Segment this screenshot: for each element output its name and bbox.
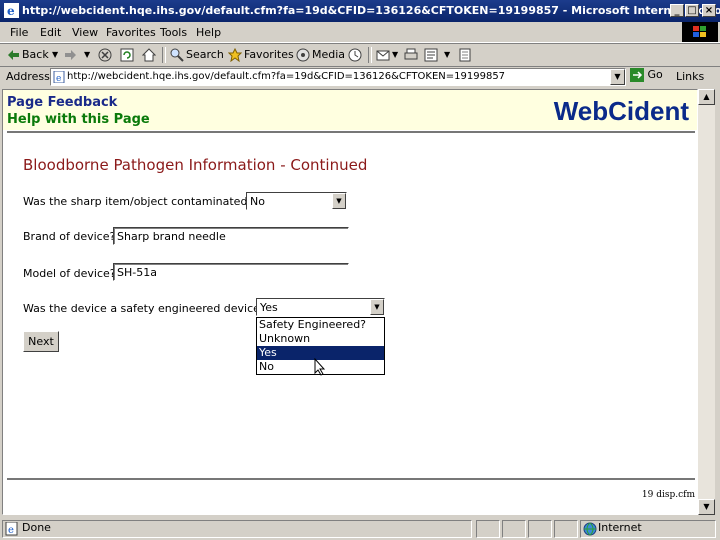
scroll-down-icon[interactable]: ▼: [698, 499, 715, 515]
print-icon[interactable]: [404, 48, 418, 62]
history-icon[interactable]: [348, 48, 362, 62]
menu-tools[interactable]: Tools: [160, 26, 187, 39]
links-button[interactable]: Links: [676, 70, 704, 83]
mail-dropdown-icon[interactable]: ▼: [392, 50, 398, 59]
address-bar: Address e http://webcident.hqe.ihs.gov/d…: [0, 66, 720, 88]
windows-logo-icon: [682, 22, 718, 42]
menu-favorites[interactable]: Favorites: [106, 26, 156, 39]
back-arrow-icon: [8, 50, 19, 60]
go-arrow-icon: [630, 68, 644, 82]
mail-icon[interactable]: [376, 48, 390, 62]
footer-divider: [7, 478, 695, 480]
forward-dropdown-icon[interactable]: ▼: [84, 50, 90, 59]
menu-edit[interactable]: Edit: [40, 26, 61, 39]
go-label: Go: [647, 68, 663, 81]
next-button[interactable]: Next: [23, 331, 59, 352]
webcident-logo: WebCident: [553, 96, 689, 126]
menu-file[interactable]: File: [10, 26, 28, 39]
brand-field[interactable]: Sharp brand needle: [113, 227, 349, 245]
status-pane: [476, 520, 500, 538]
chevron-down-icon[interactable]: ▼: [332, 193, 346, 209]
favorites-icon: [228, 48, 242, 62]
contaminated-label: Was the sharp item/object contaminated?: [23, 195, 254, 208]
page-viewport: Page Feedback Help with this Page WebCid…: [2, 89, 698, 515]
option-safety-engineered[interactable]: Safety Engineered?: [257, 318, 384, 332]
toolbar-separator: [368, 47, 372, 63]
ie-logo-icon: e: [4, 3, 19, 18]
search-icon: [170, 48, 184, 62]
status-text: Done: [22, 521, 51, 534]
edit-icon[interactable]: [424, 48, 438, 62]
header-divider: [7, 131, 695, 133]
refresh-icon[interactable]: [120, 48, 134, 62]
go-button[interactable]: Go: [630, 68, 663, 82]
status-pane: [2, 520, 472, 538]
address-input[interactable]: e http://webcident.hqe.ihs.gov/default.c…: [50, 68, 626, 86]
mouse-cursor-icon: [314, 358, 326, 376]
option-unknown[interactable]: Unknown: [257, 332, 384, 346]
page-heading: Bloodborne Pathogen Information - Contin…: [23, 156, 368, 174]
vertical-scrollbar[interactable]: ▲ ▼: [698, 89, 715, 515]
globe-icon: [583, 522, 597, 536]
media-icon: [296, 48, 310, 62]
media-button[interactable]: Media: [312, 48, 345, 61]
title-bar: e http://webcident.hqe.ihs.gov/default.c…: [0, 0, 720, 22]
minimize-button[interactable]: _: [670, 4, 684, 17]
maximize-button[interactable]: □: [685, 4, 699, 17]
standard-toolbar: Back ▼ ▼ Search Favorites Media ▼ ▼: [0, 43, 720, 67]
brand-label: Brand of device?: [23, 230, 116, 243]
toolbar-separator: [162, 47, 166, 63]
help-with-page-link[interactable]: Help with this Page: [7, 112, 150, 127]
safety-value: Yes: [260, 301, 278, 314]
menu-help[interactable]: Help: [196, 26, 221, 39]
menu-bar: File Edit View Favorites Tools Help: [0, 22, 720, 43]
menu-view[interactable]: View: [72, 26, 98, 39]
search-button[interactable]: Search: [186, 48, 224, 61]
address-url: http://webcident.hqe.ihs.gov/default.cfm…: [67, 71, 506, 82]
favorites-button[interactable]: Favorites: [244, 48, 294, 61]
forward-arrow-icon[interactable]: [64, 48, 78, 62]
safety-select[interactable]: Yes ▼: [256, 298, 385, 316]
page-footer-id: 19 disp.cfm: [641, 490, 695, 500]
contaminated-value: No: [250, 195, 265, 208]
back-button[interactable]: Back: [22, 48, 49, 61]
model-label: Model of device?: [23, 267, 116, 280]
contaminated-select[interactable]: No ▼: [246, 192, 347, 210]
status-pane: [502, 520, 526, 538]
home-icon[interactable]: [142, 48, 156, 62]
stop-icon[interactable]: [98, 48, 112, 62]
safety-label: Was the device a safety engineered devic…: [23, 302, 266, 315]
page-icon: e: [53, 71, 65, 83]
back-dropdown-icon[interactable]: ▼: [52, 50, 58, 59]
status-bar: e Done Internet: [0, 518, 720, 540]
address-label: Address: [6, 70, 50, 83]
svg-text:e: e: [7, 4, 15, 18]
status-pane: [554, 520, 578, 538]
page-feedback-link[interactable]: Page Feedback: [7, 95, 117, 110]
scroll-up-icon[interactable]: ▲: [698, 89, 715, 105]
address-dropdown-icon[interactable]: ▼: [610, 69, 625, 85]
security-zone: Internet: [598, 521, 642, 534]
edit-dropdown-icon[interactable]: ▼: [444, 50, 450, 59]
chevron-down-icon[interactable]: ▼: [370, 299, 384, 315]
close-button[interactable]: ×: [702, 4, 716, 17]
status-pane: [528, 520, 552, 538]
svg-text:e: e: [56, 74, 61, 83]
svg-text:e: e: [8, 525, 14, 536]
window-title: http://webcident.hqe.ihs.gov/default.cfm…: [22, 4, 720, 17]
discuss-icon[interactable]: [458, 48, 472, 62]
model-field[interactable]: SH-51a: [113, 263, 349, 281]
page-done-icon: e: [5, 522, 18, 536]
